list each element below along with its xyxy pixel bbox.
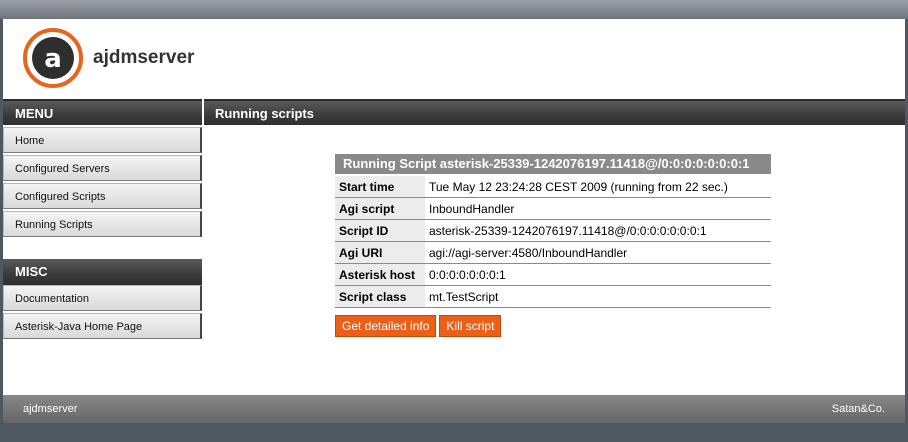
site-title: ajdmserver: [93, 47, 195, 68]
table-row: Agi URI agi://agi-server:4580/InboundHan…: [335, 241, 771, 264]
menu-item-running-scripts[interactable]: Running Scripts: [3, 211, 202, 237]
footer-site-name: ajdmserver: [23, 403, 78, 415]
row-value: asterisk-25339-1242076197.11418@/0:0:0:0…: [425, 219, 771, 242]
running-script-caption: Running Script asterisk-25339-1242076197…: [335, 154, 771, 176]
page-title: Running scripts: [204, 99, 905, 125]
row-key: Asterisk host: [335, 263, 425, 286]
table-row: Script class mt.TestScript: [335, 285, 771, 308]
row-key: Agi script: [335, 197, 425, 220]
misc-heading: MISC: [3, 259, 202, 285]
main-menu: Home Configured Servers Configured Scrip…: [3, 127, 202, 239]
row-key: Script ID: [335, 219, 425, 242]
site-header: a ajdmserver: [3, 19, 905, 99]
running-script-table: Running Script asterisk-25339-1242076197…: [335, 154, 771, 308]
table-row: Asterisk host 0:0:0:0:0:0:0:1: [335, 263, 771, 286]
menu-item-home[interactable]: Home: [3, 127, 202, 153]
row-key: Start time: [335, 176, 425, 198]
script-actions: Get detailed info Kill script: [335, 315, 771, 337]
menu-item-configured-scripts[interactable]: Configured Scripts: [3, 183, 202, 209]
kill-script-button[interactable]: Kill script: [439, 315, 502, 337]
site-footer: ajdmserver Satan&Co.: [3, 395, 905, 423]
table-row: Start time Tue May 12 23:24:28 CEST 2009…: [335, 176, 771, 198]
menu-item-configured-servers[interactable]: Configured Servers: [3, 155, 202, 181]
ajdmserver-logo-icon: a: [23, 28, 83, 88]
row-value: InboundHandler: [425, 197, 771, 220]
menu-item-asterisk-java-home[interactable]: Asterisk-Java Home Page: [3, 313, 202, 339]
table-row: Script ID asterisk-25339-1242076197.1141…: [335, 219, 771, 242]
menu-item-documentation[interactable]: Documentation: [3, 285, 202, 311]
row-key: Agi URI: [335, 241, 425, 264]
main-content: Running Script asterisk-25339-1242076197…: [335, 154, 771, 337]
misc-menu: Documentation Asterisk-Java Home Page: [3, 285, 202, 341]
page: a ajdmserver MENU Running scripts Home C…: [3, 19, 905, 423]
footer-credit: Satan&Co.: [831, 403, 885, 415]
row-value: 0:0:0:0:0:0:0:1: [425, 263, 771, 286]
row-key: Script class: [335, 285, 425, 308]
row-value: Tue May 12 23:24:28 CEST 2009 (running f…: [425, 176, 771, 198]
row-value: agi://agi-server:4580/InboundHandler: [425, 241, 771, 264]
table-row: Agi script InboundHandler: [335, 197, 771, 220]
menu-heading: MENU: [3, 99, 202, 125]
row-value: mt.TestScript: [425, 285, 771, 308]
svg-text:a: a: [44, 44, 62, 74]
get-detailed-info-button[interactable]: Get detailed info: [335, 315, 437, 337]
browser-top-bar: [0, 0, 908, 19]
